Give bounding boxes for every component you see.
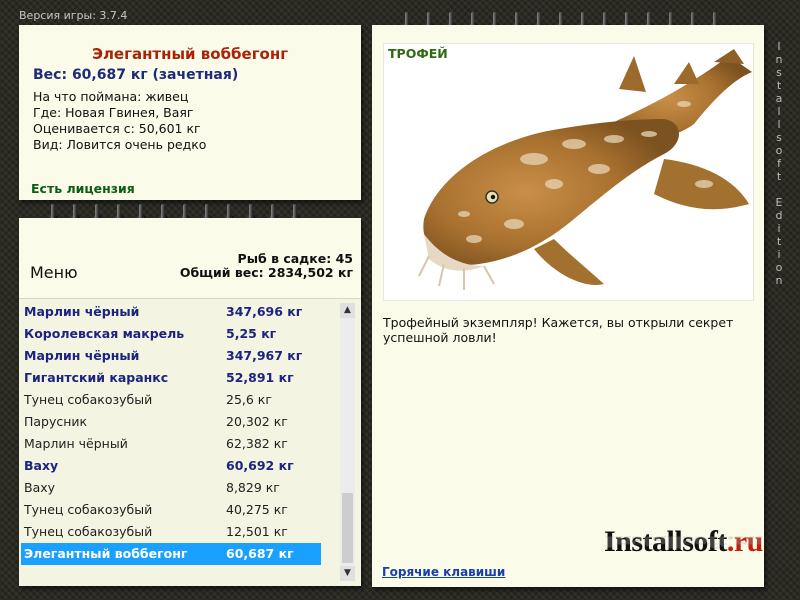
- wobbegong-image: [418, 49, 752, 290]
- catch-fish-weight: 20,302 кг: [226, 414, 288, 429]
- catch-fish-name: Ваху: [24, 480, 56, 495]
- catch-fish-weight: 5,25 кг: [226, 326, 277, 341]
- catch-fish-weight: 62,382 кг: [226, 436, 288, 451]
- catch-fish-name: Ваху: [24, 458, 59, 473]
- hotkeys-link[interactable]: Горячие клавиши: [382, 565, 505, 579]
- list-scrollbar[interactable]: ▲ ▼: [340, 303, 355, 581]
- catch-list-item[interactable]: Тунец собакозубый 25,6 кг: [21, 389, 321, 411]
- catch-fish-name: Тунец собакозубый: [24, 524, 153, 539]
- catch-list-item[interactable]: Марлин чёрный 347,967 кг: [21, 345, 321, 367]
- trophy-label: ТРОФЕЙ: [388, 46, 448, 61]
- menu-button[interactable]: Меню: [30, 263, 78, 282]
- catch-fish-weight: 25,6 кг: [226, 392, 272, 407]
- fish-weight: Вес: 60,687 кг (зачетная): [33, 67, 239, 83]
- catch-fish-name: Тунец собакозубый: [24, 502, 153, 517]
- scroll-up-icon[interactable]: ▲: [340, 303, 355, 318]
- catch-fish-weight: 347,696 кг: [226, 304, 303, 319]
- catch-fish-name: Элегантный воббегонг: [24, 546, 188, 561]
- catch-fish-name: Парусник: [24, 414, 88, 429]
- catch-list-item[interactable]: Тунец собакозубый 40,275 кг: [21, 499, 321, 521]
- catch-list-item[interactable]: Марлин чёрный 62,382 кг: [21, 433, 321, 455]
- catch-stats: Рыб в садке: 45 Общий вес: 2834,502 кг: [180, 252, 353, 280]
- scroll-down-icon[interactable]: ▼: [340, 566, 355, 581]
- catch-fish-weight: 52,891 кг: [226, 370, 294, 385]
- bait-info: На что поймана: живец: [33, 89, 189, 104]
- catch-fish-name: Гигантский каранкс: [24, 370, 169, 385]
- catch-fish-name: Марлин чёрный: [24, 304, 140, 319]
- catch-list-rows: Марлин чёрный 347,696 кг Королевская макре…: [21, 301, 321, 565]
- location-info: Где: Новая Гвинея, Ваяг: [33, 105, 194, 120]
- catch-list-item[interactable]: Королевская макрель 5,25 кг: [21, 323, 321, 345]
- game-version: Версия игры: 3.7.4: [19, 9, 128, 22]
- catch-fish-name: Тунец собакозубый: [24, 392, 153, 407]
- catch-fish-weight: 40,275 кг: [226, 502, 288, 517]
- catch-fish-name: Марлин чёрный: [24, 436, 128, 451]
- catch-fish-weight: 8,829 кг: [226, 480, 280, 495]
- license-status: Есть лицензия: [31, 181, 135, 196]
- rarity-info: Вид: Ловится очень редко: [33, 137, 207, 152]
- trophy-photo: ТРОФЕЙ: [383, 43, 754, 301]
- catch-list-item[interactable]: Элегантный воббегонг 60,687 кг: [21, 543, 321, 565]
- edition-label: Installsoft Edition: [775, 40, 783, 287]
- catch-fish-weight: 12,501 кг: [226, 524, 288, 539]
- fish-title: Элегантный воббегонг: [91, 45, 289, 63]
- catch-fish-name: Королевская макрель: [24, 326, 185, 341]
- catch-fish-name: Марлин чёрный: [24, 348, 140, 363]
- catch-list-item[interactable]: Парусник 20,302 кг: [21, 411, 321, 433]
- catch-list-item[interactable]: Ваху 8,829 кг: [21, 477, 321, 499]
- catch-list: Марлин чёрный 347,696 кг Королевская макре…: [19, 298, 361, 586]
- fish-info-card: Элегантный воббегонг Вес: 60,687 кг (зач…: [19, 25, 361, 200]
- catch-list-item[interactable]: Марлин чёрный 347,696 кг: [21, 301, 321, 323]
- catch-fish-weight: 347,967 кг: [226, 348, 303, 363]
- catch-list-item[interactable]: Ваху 60,692 кг: [21, 455, 321, 477]
- trophy-card: ТРОФЕЙ Трофейный экземпляр! Кажется, вы …: [372, 25, 764, 587]
- catch-list-item[interactable]: Гигантский каранкс 52,891 кг: [21, 367, 321, 389]
- catch-fish-weight: 60,692 кг: [226, 458, 294, 473]
- valuation-info: Оценивается с: 50,601 кг: [33, 121, 201, 136]
- catch-list-item[interactable]: Тунец собакозубый 12,501 кг: [21, 521, 321, 543]
- logo-reflection: Installsoft.ru: [604, 532, 763, 551]
- trophy-message: Трофейный экземпляр! Кажется, вы открыли…: [383, 315, 734, 345]
- scroll-thumb[interactable]: [342, 493, 353, 563]
- fish-count: Рыб в садке: 45: [237, 251, 353, 266]
- catch-menu-card: Меню Рыб в садке: 45 Общий вес: 2834,502…: [19, 218, 361, 586]
- total-weight: Общий вес: 2834,502 кг: [179, 265, 353, 280]
- catch-fish-weight: 60,687 кг: [226, 546, 294, 561]
